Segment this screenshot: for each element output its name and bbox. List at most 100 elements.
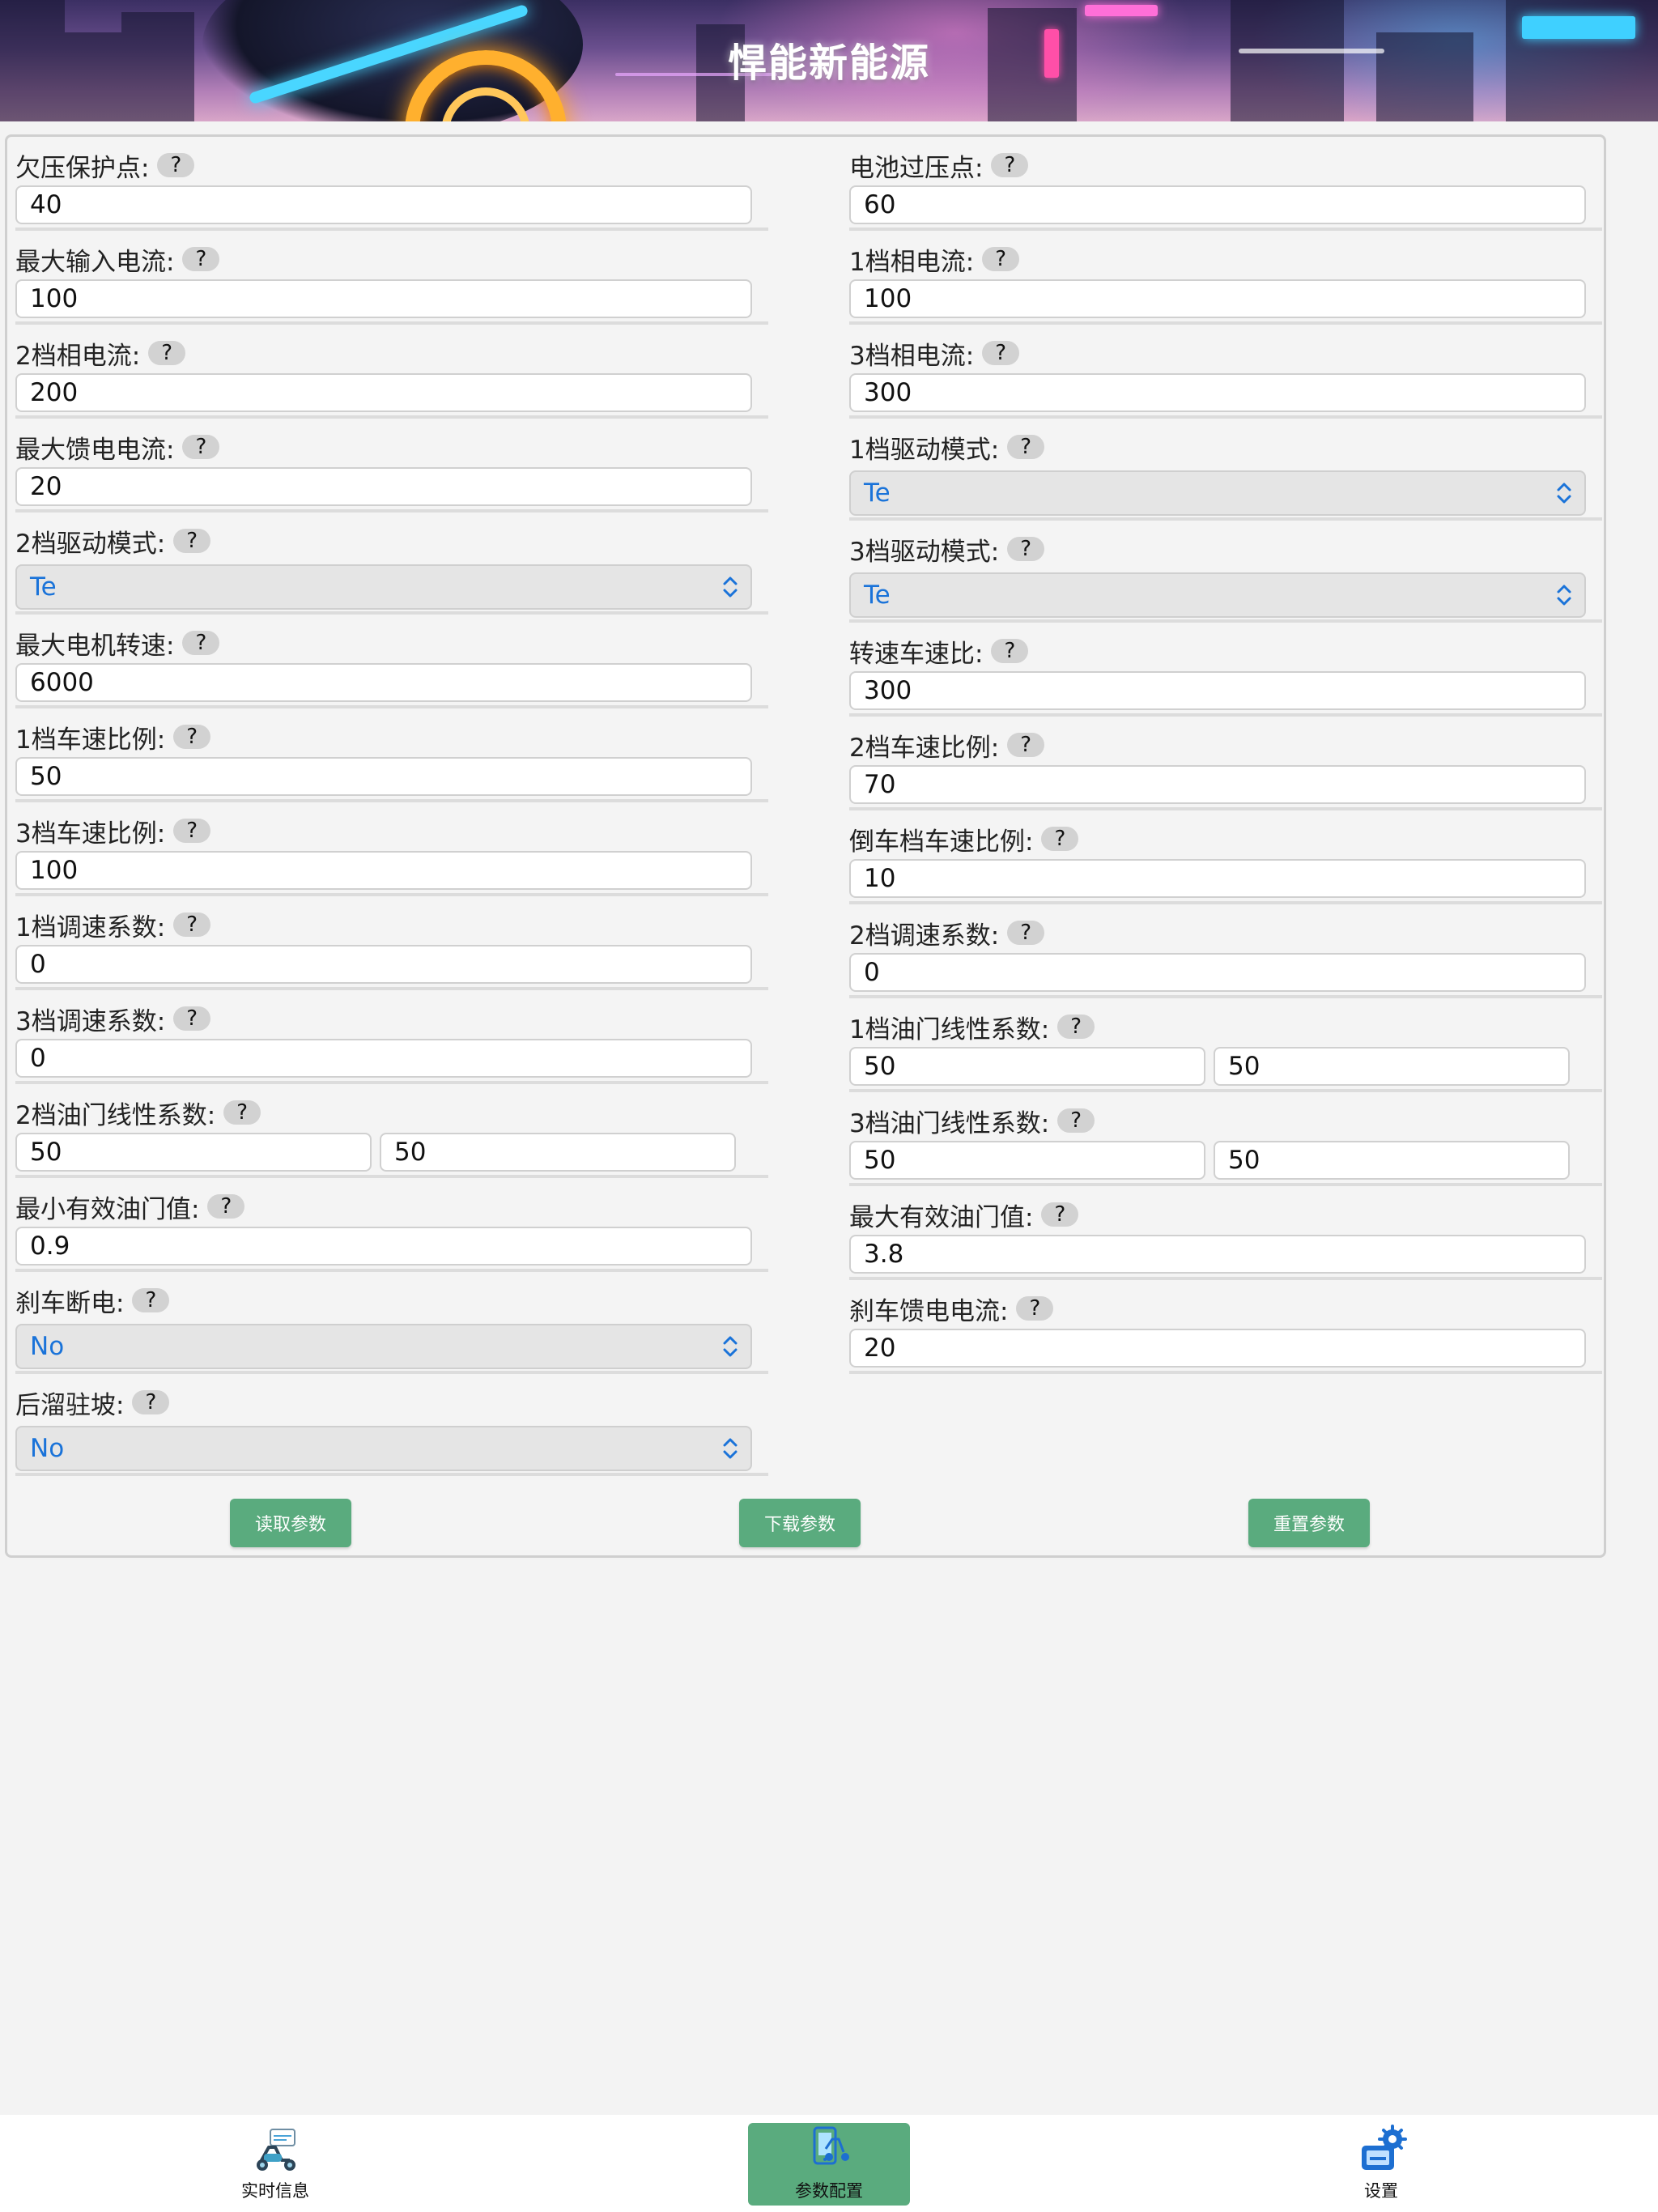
gear1-speed-coef-input[interactable]: 0 [15,945,752,984]
select-value: Te [30,572,57,602]
tab-settings[interactable]: 设置 [1300,2123,1462,2206]
gear3-speed-ratio-field: 3档车速比例:? 100 [15,802,768,896]
help-icon[interactable]: ? [1057,1108,1095,1133]
gear1-speed-ratio-input[interactable]: 50 [15,757,752,796]
right-column: 电池过压点:? 60 1档相电流:? 100 3档相电流:? 300 1档驱动模… [849,137,1610,1374]
help-icon[interactable]: ? [173,819,211,843]
field-label: 1档调速系数: [15,912,166,942]
help-icon[interactable]: ? [182,631,220,655]
phone-scooter-icon [813,2126,849,2165]
overvoltage-field: 电池过压点:? 60 [849,137,1602,231]
field-label: 1档相电流: [849,247,975,277]
brake-regen-current-field: 刹车馈电电流:? 20 [849,1280,1602,1374]
reset-params-button[interactable]: 重置参数 [1248,1499,1370,1547]
help-icon[interactable]: ? [223,1100,261,1125]
gear3-phase-current-input[interactable]: 300 [849,373,1586,412]
read-params-button[interactable]: 读取参数 [230,1499,351,1547]
field-label: 3档车速比例: [15,819,166,849]
brake-cutoff-select[interactable]: No [15,1324,752,1369]
gear2-speed-ratio-input[interactable]: 70 [849,765,1586,804]
gear1-throttle-linear-input-b[interactable]: 50 [1214,1047,1570,1086]
help-icon[interactable]: ? [982,247,1020,271]
help-icon[interactable]: ? [991,153,1029,177]
help-icon[interactable]: ? [182,247,220,271]
max-input-current-input[interactable]: 100 [15,279,752,318]
gear2-throttle-linear-input-a[interactable]: 50 [15,1133,372,1172]
chevron-up-down-icon [1557,483,1571,504]
rpm-speed-ratio-input[interactable]: 300 [849,671,1586,710]
gear1-throttle-linear-input-a[interactable]: 50 [849,1047,1205,1086]
help-icon[interactable]: ? [207,1194,245,1219]
gear2-throttle-linear-field: 2档油门线性系数:? 50 50 [15,1084,768,1178]
gear1-phase-current-input[interactable]: 100 [849,279,1586,318]
max-input-current-field: 最大输入电流:? 100 [15,231,768,325]
min-throttle-input[interactable]: 0.9 [15,1227,752,1266]
help-icon[interactable]: ? [173,725,211,749]
gear2-throttle-linear-input-b[interactable]: 50 [380,1133,736,1172]
brake-regen-current-input[interactable]: 20 [849,1329,1586,1368]
field-label: 3档调速系数: [15,1006,166,1036]
help-icon[interactable]: ? [173,1006,211,1031]
field-label: 欠压保护点: [15,153,150,183]
max-motor-speed-input[interactable]: 6000 [15,663,752,702]
help-icon[interactable]: ? [1007,921,1045,945]
field-label: 刹车馈电电流: [849,1296,1009,1326]
help-icon[interactable]: ? [173,529,211,553]
help-icon[interactable]: ? [1057,1015,1095,1039]
help-icon[interactable]: ? [1016,1296,1054,1321]
gear2-drive-mode-select[interactable]: Te [15,564,752,610]
overvoltage-input[interactable]: 60 [849,185,1586,224]
gear3-speed-coef-input[interactable]: 0 [15,1039,752,1078]
download-params-button[interactable]: 下载参数 [739,1499,861,1547]
gear2-speed-coef-input[interactable]: 0 [849,953,1586,992]
help-icon[interactable]: ? [1007,435,1045,459]
field-label: 最大馈电电流: [15,435,175,465]
field-label: 3档油门线性系数: [849,1108,1050,1138]
gear2-speed-coef-field: 2档调速系数:? 0 [849,904,1602,998]
field-label: 后溜驻坡: [15,1390,125,1420]
max-throttle-input[interactable]: 3.8 [849,1235,1586,1274]
help-icon[interactable]: ? [148,341,186,365]
help-icon[interactable]: ? [157,153,195,177]
help-icon[interactable]: ? [1007,733,1045,757]
help-icon[interactable]: ? [1041,827,1079,851]
max-regen-current-input[interactable]: 20 [15,467,752,506]
gear1-speed-ratio-field: 1档车速比例:? 50 [15,708,768,802]
gear1-phase-current-field: 1档相电流:? 100 [849,231,1602,325]
app-title: 悍能新能源 [727,40,930,86]
gear3-speed-ratio-input[interactable]: 100 [15,851,752,890]
help-icon[interactable]: ? [132,1390,170,1414]
field-label: 2档油门线性系数: [15,1100,216,1130]
header-banner: 悍能新能源 [0,0,1658,121]
field-label: 刹车断电: [15,1288,125,1318]
field-label: 3档驱动模式: [849,537,1000,567]
tab-realtime-info[interactable]: 实时信息 [194,2123,356,2206]
select-value: Te [864,581,891,610]
help-icon[interactable]: ? [173,912,211,937]
field-label: 倒车档车速比例: [849,827,1034,857]
reverse-speed-ratio-input[interactable]: 10 [849,859,1586,898]
help-icon[interactable]: ? [182,435,220,459]
gear3-drive-mode-select[interactable]: Te [849,572,1586,618]
help-icon[interactable]: ? [991,639,1029,663]
chevron-up-down-icon [723,1336,738,1357]
hill-hold-select[interactable]: No [15,1426,752,1471]
gear2-phase-current-input[interactable]: 200 [15,373,752,412]
field-label: 2档相电流: [15,341,141,371]
help-icon[interactable]: ? [1007,537,1045,561]
gear-settings-icon [1362,2125,1407,2170]
tab-param-config[interactable]: 参数配置 [748,2123,910,2206]
field-label: 2档驱动模式: [15,529,166,559]
brake-cutoff-field: 刹车断电:? No [15,1272,768,1374]
parameter-form-panel: 欠压保护点:? 40 最大输入电流:? 100 2档相电流:? 200 最大馈电… [5,134,1606,1558]
tab-label: 实时信息 [241,2181,309,2201]
gear3-throttle-linear-input-a[interactable]: 50 [849,1141,1205,1180]
undervoltage-field: 欠压保护点:? 40 [15,137,768,231]
undervoltage-input[interactable]: 40 [15,185,752,224]
gear3-throttle-linear-input-b[interactable]: 50 [1214,1141,1570,1180]
help-icon[interactable]: ? [1041,1202,1079,1227]
gear1-drive-mode-select[interactable]: Te [849,470,1586,516]
help-icon[interactable]: ? [132,1288,170,1312]
help-icon[interactable]: ? [982,341,1020,365]
field-label: 1档驱动模式: [849,435,1000,465]
